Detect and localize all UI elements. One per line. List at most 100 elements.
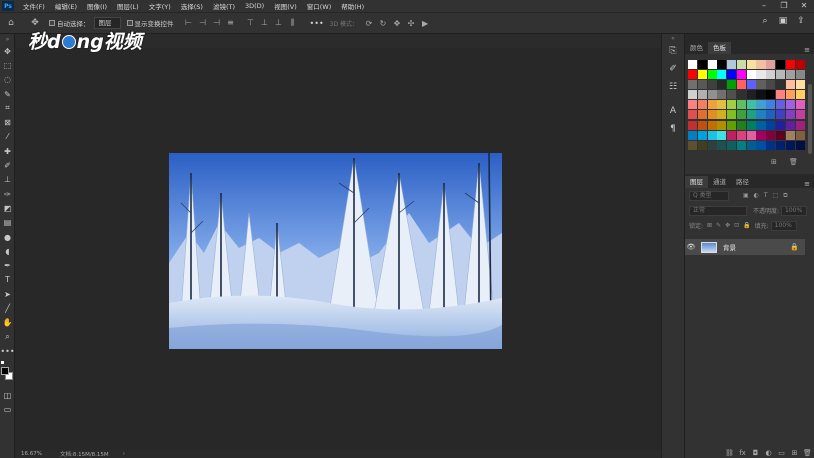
color-swatch[interactable] xyxy=(717,90,727,100)
color-swatch[interactable] xyxy=(736,140,746,150)
lock-pixels-icon[interactable]: ✎ xyxy=(716,222,721,229)
color-swatch[interactable] xyxy=(785,100,795,110)
layer-kind-filter[interactable]: Q 类型 xyxy=(689,190,729,201)
color-swatch[interactable] xyxy=(746,130,756,140)
color-swatch[interactable] xyxy=(795,60,805,69)
frame-tool-icon[interactable]: ⊠ xyxy=(0,115,15,129)
3d-rotate-icon[interactable]: ⟳ xyxy=(362,19,376,28)
color-swatch[interactable] xyxy=(736,120,746,130)
3d-camera-icon[interactable]: ▶ xyxy=(418,19,432,28)
color-swatch[interactable] xyxy=(717,120,727,130)
screen-mode-icon[interactable]: ▭ xyxy=(0,403,15,417)
menu-window[interactable]: 窗口(W) xyxy=(302,1,337,11)
color-swatch[interactable] xyxy=(746,100,756,110)
minimize-button[interactable]: – xyxy=(754,0,774,12)
color-swatch[interactable] xyxy=(795,70,805,80)
collapse-icon[interactable]: « xyxy=(662,34,684,42)
add-mask-icon[interactable]: ◘ xyxy=(749,449,762,457)
new-swatch-icon[interactable]: ⊞ xyxy=(771,158,777,166)
align-right-icon[interactable]: ⊣ xyxy=(210,18,224,28)
color-swatch[interactable] xyxy=(727,110,737,120)
color-swatch[interactable] xyxy=(795,130,805,140)
align-distribute-icon[interactable]: ≡ xyxy=(224,18,238,28)
color-swatch[interactable] xyxy=(795,80,805,90)
color-swatch[interactable] xyxy=(717,110,727,120)
color-swatch[interactable] xyxy=(688,80,698,90)
color-swatch[interactable] xyxy=(688,120,698,130)
color-swatch[interactable] xyxy=(766,140,776,150)
color-swatch[interactable] xyxy=(756,80,766,90)
color-swatch[interactable] xyxy=(795,120,805,130)
color-swatch[interactable] xyxy=(697,70,707,80)
color-swatch[interactable] xyxy=(756,140,766,150)
color-swatch[interactable] xyxy=(707,120,717,130)
color-swatch[interactable] xyxy=(697,100,707,110)
color-swatch[interactable] xyxy=(795,140,805,150)
3d-pan-icon[interactable]: ✥ xyxy=(390,19,404,28)
filter-pixel-icon[interactable]: ▣ xyxy=(743,192,749,199)
color-swatch[interactable] xyxy=(707,70,717,80)
panel-menu-icon[interactable]: ≡ xyxy=(804,46,814,54)
history-icon[interactable]: ⎘ xyxy=(662,42,684,60)
color-swatch[interactable] xyxy=(736,60,746,69)
color-swatch[interactable] xyxy=(736,130,746,140)
distribute-icon[interactable]: ⫼ xyxy=(286,18,300,28)
color-swatch[interactable] xyxy=(688,70,698,80)
align-bottom-icon[interactable]: ⊥ xyxy=(272,18,286,28)
color-swatch[interactable] xyxy=(766,70,776,80)
tab-swatches[interactable]: 色板 xyxy=(708,42,731,54)
color-swatch[interactable] xyxy=(756,60,766,69)
color-swatch[interactable] xyxy=(727,130,737,140)
color-swatch[interactable] xyxy=(688,90,698,100)
color-swatch[interactable] xyxy=(785,90,795,100)
color-swatch[interactable] xyxy=(776,100,786,110)
align-left-icon[interactable]: ⊢ xyxy=(182,18,196,28)
color-swatch[interactable] xyxy=(736,110,746,120)
color-swatch[interactable] xyxy=(756,110,766,120)
tab-paths[interactable]: 路径 xyxy=(731,176,754,188)
menu-layer[interactable]: 图层(L) xyxy=(112,1,144,11)
more-options-button[interactable]: ••• xyxy=(310,19,324,28)
color-swatch[interactable] xyxy=(736,80,746,90)
collapse-icon[interactable]: » xyxy=(0,34,15,44)
filter-shape-icon[interactable]: ⬚ xyxy=(773,192,779,199)
color-swatch[interactable] xyxy=(707,110,717,120)
color-swatch[interactable] xyxy=(776,110,786,120)
type-tool-icon[interactable]: T xyxy=(0,273,15,287)
swap-colors-icon[interactable] xyxy=(9,361,13,365)
filter-adjust-icon[interactable]: ◐ xyxy=(754,192,759,199)
color-swatch[interactable] xyxy=(785,110,795,120)
color-swatch[interactable] xyxy=(717,140,727,150)
link-layers-icon[interactable]: ⛓ xyxy=(723,449,736,457)
color-swatch[interactable] xyxy=(727,100,737,110)
layer-name[interactable]: 背景 xyxy=(723,242,736,252)
adjustments-icon[interactable]: ☷ xyxy=(662,78,684,96)
zoom-level[interactable]: 16.67% xyxy=(21,451,42,457)
color-swatch[interactable] xyxy=(717,80,727,90)
color-swatch[interactable] xyxy=(785,120,795,130)
blend-mode-dropdown[interactable]: 正常 xyxy=(689,205,747,216)
3d-roll-icon[interactable]: ↻ xyxy=(376,19,390,28)
color-swatch[interactable] xyxy=(697,80,707,90)
new-group-icon[interactable]: ▭ xyxy=(775,449,788,457)
color-swatch[interactable] xyxy=(746,80,756,90)
color-swatch[interactable] xyxy=(746,60,756,69)
color-swatch[interactable] xyxy=(688,140,698,150)
color-swatch[interactable] xyxy=(707,130,717,140)
color-swatch[interactable] xyxy=(707,80,717,90)
color-swatch[interactable] xyxy=(785,140,795,150)
menu-type[interactable]: 文字(Y) xyxy=(144,1,176,11)
color-swatch[interactable] xyxy=(697,60,707,69)
3d-slide-icon[interactable]: ✣ xyxy=(404,19,418,28)
delete-swatch-icon[interactable]: 🗑 xyxy=(789,158,798,166)
color-swatch[interactable] xyxy=(756,130,766,140)
tab-channels[interactable]: 通道 xyxy=(708,176,731,188)
color-swatch[interactable] xyxy=(727,80,737,90)
home-icon[interactable]: ⌂ xyxy=(3,15,19,31)
color-swatch[interactable] xyxy=(707,100,717,110)
quick-mask-icon[interactable]: ◫ xyxy=(0,389,15,403)
color-swatch[interactable] xyxy=(688,130,698,140)
layer-row-background[interactable]: 👁 背景 🔒 xyxy=(685,239,805,255)
color-swatch[interactable] xyxy=(766,110,776,120)
adjustment-layer-icon[interactable]: ◐ xyxy=(762,449,775,457)
